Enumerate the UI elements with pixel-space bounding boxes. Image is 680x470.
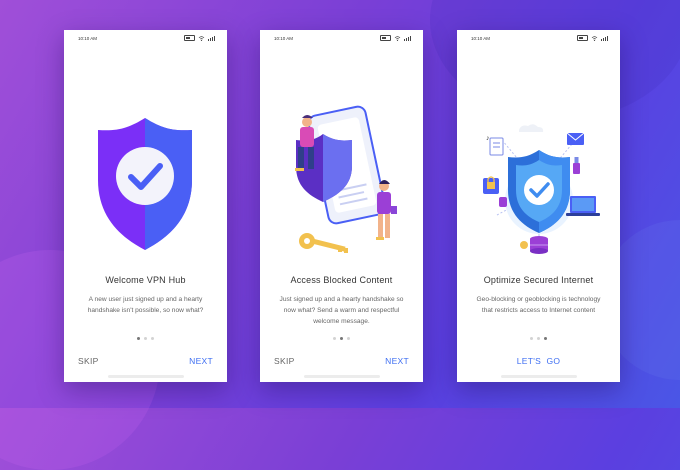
page-dot-active (137, 337, 140, 340)
screen-description: Just signed up and a hearty handshake so… (279, 296, 404, 325)
status-bar: 10:10 AM (471, 35, 608, 43)
onboarding-screen-welcome: 10:10 AM Welcome VPN Hub A new user just… (64, 30, 227, 382)
secure-internet-network-icon: ♪ (483, 124, 600, 254)
battery-icon (184, 35, 195, 41)
home-indicator (107, 375, 184, 378)
page-dot (537, 337, 540, 340)
signal-icon (601, 35, 608, 41)
next-button[interactable]: NEXT (385, 356, 409, 366)
status-time: 10:10 AM (471, 36, 491, 41)
page-dot (530, 337, 533, 340)
page-dot (347, 337, 350, 340)
battery-icon (380, 35, 391, 41)
screen-title: Access Blocked Content (290, 275, 393, 285)
shield-check-icon (98, 118, 192, 250)
page-indicator (64, 337, 227, 340)
status-time: 10:10 AM (78, 36, 98, 41)
screen-title: Optimize Secured Internet (483, 275, 594, 285)
lets-go-button[interactable]: LET'S GO (457, 356, 620, 366)
skip-button[interactable]: SKIP (274, 356, 295, 366)
page-indicator (260, 337, 423, 340)
onboarding-screen-secure: 10:10 AM ♪ Optimize Secured Internet Geo… (457, 30, 620, 382)
screen-title: Welcome VPN Hub (105, 275, 186, 285)
wifi-icon (394, 35, 401, 41)
status-time: 10:10 AM (274, 36, 294, 41)
wifi-icon (591, 35, 598, 41)
page-dot (333, 337, 336, 340)
status-bar: 10:10 AM (274, 35, 411, 43)
page-indicator (457, 337, 620, 340)
signal-icon (208, 35, 215, 41)
next-button[interactable]: NEXT (189, 356, 213, 366)
page-dot-active (544, 337, 547, 340)
screen-description: Geo-blocking or geoblocking is technolog… (476, 296, 601, 314)
home-indicator (303, 375, 380, 378)
svg-text:♪: ♪ (486, 135, 490, 142)
status-bar: 10:10 AM (78, 35, 215, 43)
page-dot (144, 337, 147, 340)
page-dot-active (340, 337, 343, 340)
screen-description: A new user just signed up and a hearty h… (87, 296, 204, 314)
onboarding-screen-access: 10:10 AM Access Blocked Content Just sig… (260, 30, 423, 382)
wifi-icon (198, 35, 205, 41)
battery-icon (577, 35, 588, 41)
blocked-content-people-icon (295, 105, 397, 253)
skip-button[interactable]: SKIP (78, 356, 99, 366)
signal-icon (404, 35, 411, 41)
page-dot (151, 337, 154, 340)
home-indicator (500, 375, 577, 378)
